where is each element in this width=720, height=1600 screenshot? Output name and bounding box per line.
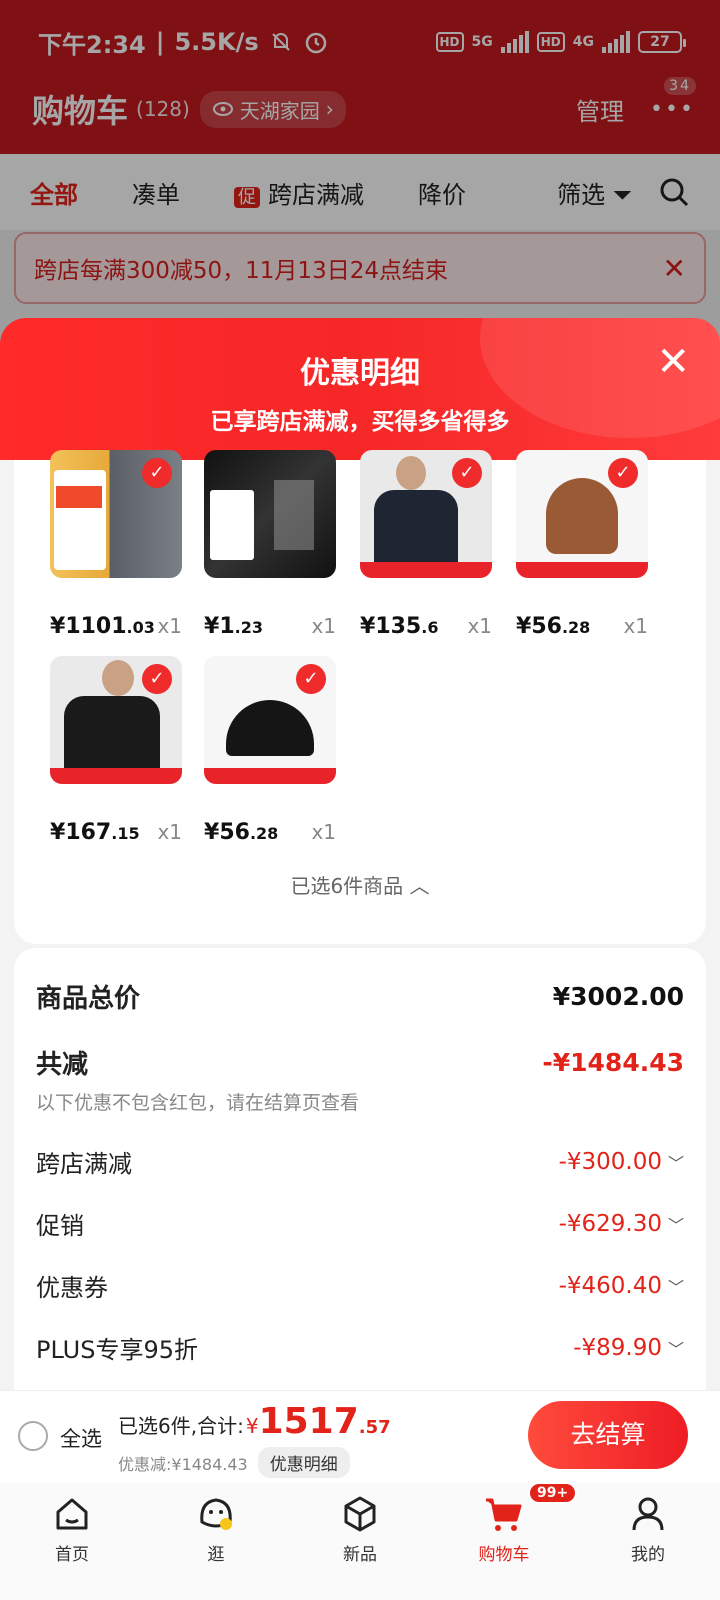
sheet-title: 优惠明细 <box>300 356 420 391</box>
checkout-bar: 全选 已选6件,合计: ¥ 1517 .57 优惠减:¥1484.43 优惠明细… <box>0 1390 720 1482</box>
item-price: 56 <box>531 614 562 639</box>
chevron-up-icon: ︿ <box>409 874 430 898</box>
price-summary-card: 商品总价 ¥3002.00 共减 -¥1484.43 以下优惠不包含红包，请在结… <box>14 948 706 1408</box>
selected-prefix: 已选6件,合计: <box>118 1414 244 1438</box>
cart-item[interactable]: ✓ ¥135.6 x1 <box>360 450 496 639</box>
select-all-radio[interactable] <box>18 1421 48 1451</box>
discount-row-plus[interactable]: PLUS专享95折 -¥89.90 ﹀ <box>36 1330 684 1365</box>
select-all-label[interactable]: 全选 <box>60 1423 102 1453</box>
cart-item[interactable]: ✓ ¥56.28 x1 <box>516 450 652 639</box>
item-qty: x1 <box>311 614 336 638</box>
sheet-subtitle: 已享跨店满减，买得多省得多 <box>210 409 510 435</box>
cart-item[interactable]: ✓ ¥167.15 x1 <box>50 656 186 845</box>
cart-item[interactable]: ¥1.23 x1 <box>204 450 340 639</box>
checkout-button[interactable]: 去结算 <box>528 1401 688 1469</box>
discount-note: 以下优惠不包含红包，请在结算页查看 <box>36 1092 360 1114</box>
checked-icon: ✓ <box>608 458 638 488</box>
tab-browse[interactable]: 逛 <box>144 1482 288 1600</box>
discount-detail-button[interactable]: 优惠明细 <box>257 1447 350 1478</box>
total-amount: 1517 <box>258 1401 359 1442</box>
discount-row-promotion[interactable]: 促销 -¥629.30 ﹀ <box>36 1206 684 1241</box>
checked-icon: ✓ <box>142 458 172 488</box>
checked-icon: ✓ <box>142 664 172 694</box>
total-value: ¥3002.00 <box>552 982 684 1011</box>
item-price: 135 <box>375 614 422 639</box>
saved-amount: 优惠减:¥1484.43 <box>118 1454 248 1474</box>
close-sheet-icon[interactable]: ✕ <box>656 342 690 382</box>
cart-icon <box>486 1498 522 1531</box>
cart-badge: 99+ <box>528 1482 578 1504</box>
checked-icon: ✓ <box>452 458 482 488</box>
product-thumbnail-cap: ✓ <box>204 656 336 784</box>
chevron-down-icon: ﹀ <box>667 1215 684 1235</box>
item-qty: x1 <box>157 820 182 844</box>
selected-count-text: 已选6件商品 <box>290 874 404 898</box>
item-price: 56 <box>219 820 250 845</box>
total-label: 商品总价 <box>36 984 141 1014</box>
user-icon <box>632 1497 664 1531</box>
item-qty: x1 <box>311 820 336 844</box>
product-thumbnail-sweater: ✓ <box>360 450 492 578</box>
cart-item[interactable]: ✓ ¥56.28 x1 <box>204 656 340 845</box>
item-qty: x1 <box>623 614 648 638</box>
item-qty: x1 <box>467 614 492 638</box>
chevron-down-icon: ﹀ <box>667 1277 684 1297</box>
selected-items-card: ✓ ¥1101.03 x1 ¥1.23 x1 ✓ ¥135.6 x1 ✓ ¥ 5… <box>14 450 706 944</box>
item-qty: x1 <box>157 614 182 638</box>
selected-count-toggle[interactable]: 已选6件商品 ︿ <box>14 870 706 899</box>
item-price: 1101 <box>65 614 127 639</box>
chevron-down-icon: ﹀ <box>667 1153 684 1173</box>
product-thumbnail-knife <box>204 450 336 578</box>
tab-home[interactable]: 首页 <box>0 1482 144 1600</box>
cart-item[interactable]: ✓ ¥1101.03 x1 <box>50 450 186 639</box>
home-icon <box>56 1498 88 1530</box>
checkout-total: 已选6件,合计: ¥ 1517 .57 <box>118 1401 391 1442</box>
discount-row-cross-store[interactable]: 跨店满减 -¥300.00 ﹀ <box>36 1144 684 1179</box>
product-thumbnail-beanie: ✓ <box>516 450 648 578</box>
bottom-tab-bar: 首页 逛 新品 99+ 购物车 我的 <box>0 1482 720 1600</box>
tab-new[interactable]: 新品 <box>288 1482 432 1600</box>
discount-sheet-header: 优惠明细 已享跨店满减，买得多省得多 ✕ <box>0 318 720 460</box>
browse-icon <box>200 1498 232 1530</box>
discount-row-coupon[interactable]: 优惠券 -¥460.40 ﹀ <box>36 1268 684 1303</box>
tab-profile[interactable]: 我的 <box>576 1482 720 1600</box>
chevron-down-icon: ﹀ <box>667 1339 684 1359</box>
item-price: 167 <box>65 820 112 845</box>
product-thumbnail-fridge: ✓ <box>50 450 182 578</box>
reduce-label: 共减 <box>36 1050 89 1080</box>
tab-cart[interactable]: 99+ 购物车 <box>432 1482 578 1600</box>
product-thumbnail-jacket: ✓ <box>50 656 182 784</box>
new-icon <box>344 1496 376 1532</box>
item-price: 1 <box>219 614 235 639</box>
reduce-value: -¥1484.43 <box>542 1048 684 1077</box>
checked-icon: ✓ <box>296 664 326 694</box>
